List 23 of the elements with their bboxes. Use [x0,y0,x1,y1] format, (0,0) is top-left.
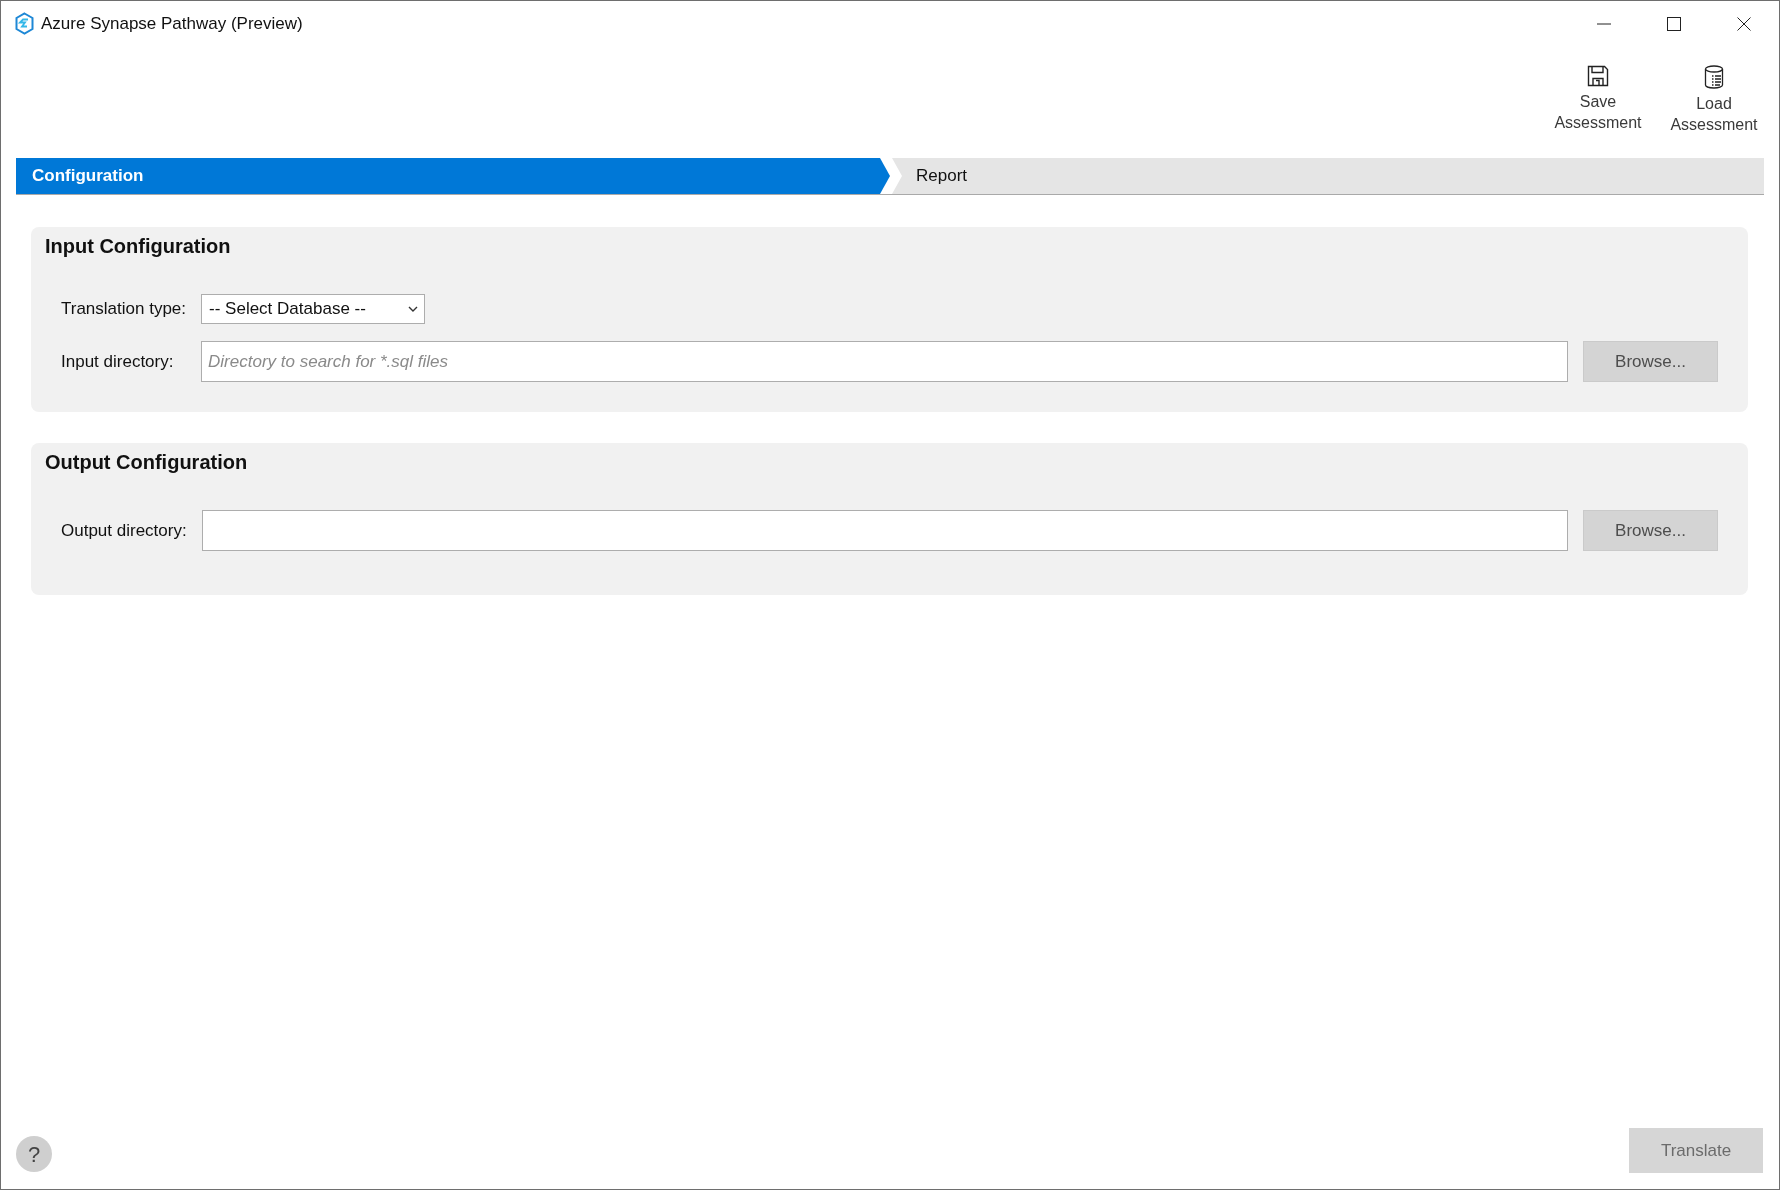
browse-button[interactable]: Browse... [1583,510,1718,551]
help-button[interactable]: ? [16,1136,52,1172]
panel-title: Input Configuration [44,234,232,259]
field-label: Output directory: [61,519,187,542]
minimize-icon [1597,22,1611,25]
directory-field[interactable]: Directory to search for *.sql files [201,341,1568,382]
translate-button[interactable]: Translate [1629,1128,1763,1173]
window-title: Azure Synapse Pathway (Preview) [41,12,303,35]
maximize-icon [1667,16,1681,31]
step-tab[interactable]: Report [892,158,1764,194]
close-icon [1737,16,1751,31]
field-label: Input directory: [61,350,175,373]
database-select[interactable]: -- Select Database -- [201,294,426,324]
save-assessment-button[interactable]: Save Assessment [1548,65,1648,133]
panel-title: Output Configuration [44,450,249,475]
hexagon-logo-icon [14,12,35,35]
database-list-icon [1704,65,1724,89]
field-label: Translation type: [61,298,187,321]
load-assessment-button[interactable]: Load Assessment [1664,65,1764,135]
chevron-down-icon [408,306,419,312]
browse-button[interactable]: Browse... [1583,341,1718,382]
directory-field[interactable] [201,510,1568,551]
step-tab[interactable]: Configuration [16,158,890,194]
